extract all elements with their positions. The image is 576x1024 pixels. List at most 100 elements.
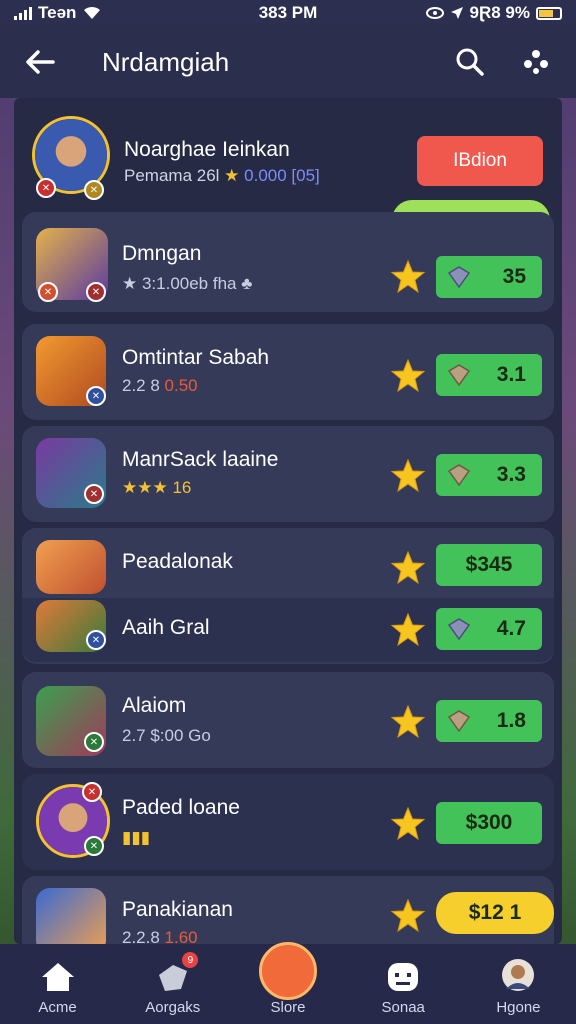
page-title: Nrdamgiah	[102, 46, 230, 77]
price-button[interactable]: 3.3	[436, 454, 542, 496]
nav-fifth-label: Hgone	[496, 999, 541, 1016]
app-header: Nrdamgiah	[0, 26, 576, 98]
list-group: Peadalonak $345 ✕ Aaih Gral 4.7	[22, 528, 554, 664]
back-button[interactable]	[18, 40, 62, 84]
avatar-badge: ✕	[86, 386, 106, 406]
gem-icon	[447, 618, 471, 641]
nav-fifth[interactable]: Hgone	[461, 944, 576, 1024]
price-button[interactable]: $12 1	[436, 892, 554, 934]
nav-center-label: Slore	[270, 999, 306, 1016]
price-button[interactable]: 35	[436, 256, 542, 298]
price-label: 1.8	[496, 709, 526, 732]
star-icon	[390, 898, 426, 933]
main-panel: ✕ ✕ Noarghae Ieinkan Pemama 26l ★ 0.000 …	[14, 98, 562, 944]
arrow-left-icon	[26, 50, 55, 74]
avatar-badge: ✕	[84, 732, 104, 752]
list-item[interactable]: ✕ Omtintar Sabah 2.2 8 0.50 3.1	[22, 324, 554, 420]
item-sub: 2.2 8 0.50	[122, 376, 198, 396]
status-left: Teən	[14, 3, 214, 23]
status-right: 9Ɽ8 9%	[362, 3, 562, 23]
price-button[interactable]: 4.7	[436, 608, 542, 650]
star-icon	[390, 259, 426, 294]
notification-badge: 9	[182, 952, 199, 968]
bottom-nav: Acme 9 Aorgaks Slore Sonaa Hgone	[0, 942, 576, 1024]
search-icon	[456, 48, 484, 76]
price-button[interactable]: $300	[436, 802, 542, 844]
gem-icon	[447, 364, 471, 387]
star-icon	[390, 458, 426, 493]
list-item[interactable]: Panakianan 2.2.8 1.60 $12 1	[22, 876, 554, 944]
avatar-badge: ✕	[84, 484, 104, 504]
price-label: 4.7	[496, 617, 526, 640]
carrier-label: Teən	[38, 3, 77, 22]
list-item[interactable]: ✕ ManrSack laaine ★★★ 16 3.3	[22, 426, 554, 522]
featured-badge-red: ✕	[36, 178, 56, 198]
avatar-badge: ✕	[82, 782, 102, 802]
price-label: 3.1	[496, 363, 526, 386]
item-sub-accent: 1.60	[164, 928, 198, 944]
avatar-badge: ✕	[86, 630, 106, 650]
price-label: 35	[502, 265, 526, 288]
store-avatar-icon	[259, 942, 317, 1000]
nav-fourth[interactable]: Sonaa	[346, 944, 461, 1024]
star-icon	[390, 358, 426, 393]
wifi-icon	[84, 6, 101, 19]
item-name: Alaiom	[122, 694, 187, 717]
gem-icon	[447, 464, 471, 487]
item-sub: ★ 3:1.00eb fha ♣	[122, 274, 253, 293]
face-icon	[388, 963, 419, 991]
avatar	[36, 540, 106, 594]
item-sub-text: 2.2 8	[122, 376, 160, 395]
star-icon: ★	[224, 166, 245, 185]
list-item[interactable]: ✕ Aaih Gral 4.7	[22, 598, 554, 662]
featured-row[interactable]: ✕ ✕ Noarghae Ieinkan Pemama 26l ★ 0.000 …	[14, 108, 562, 208]
list-item[interactable]: ✕ ✕ Paded loane ▮▮▮ $300	[22, 774, 554, 870]
featured-badge-gold: ✕	[84, 180, 104, 200]
item-sub: ★★★ 16	[122, 478, 192, 497]
price-button[interactable]: 1.8	[436, 700, 542, 742]
item-sub-text: 2.2.8	[122, 928, 160, 944]
eye-icon	[425, 7, 444, 19]
dots-cluster-icon	[524, 50, 548, 74]
featured-sub: Pemama 26l ★ 0.000 [05]	[124, 166, 320, 186]
item-sub: ▮▮▮	[122, 828, 151, 847]
avatar-badge: ✕	[86, 282, 106, 302]
star-icon	[390, 806, 426, 841]
gem-icon	[447, 266, 471, 289]
avatar	[36, 888, 106, 944]
location-icon	[450, 7, 463, 19]
item-sub: 2.7 $:00 Go	[122, 726, 211, 745]
featured-name: Noarghae Ieinkan	[124, 138, 290, 161]
search-button[interactable]	[448, 40, 492, 84]
status-time: 383 PM	[258, 3, 318, 22]
featured-action-button[interactable]: IBdion	[417, 136, 543, 186]
item-name: Paded loane	[122, 796, 240, 819]
list-item[interactable]: ✕ Alaiom 2.7 $:00 Go 1.8	[22, 672, 554, 768]
price-label: 3.3	[496, 463, 526, 486]
item-sub: 2.2.8 1.60	[122, 928, 198, 944]
nav-fourth-label: Sonaa	[381, 999, 425, 1016]
price-button[interactable]: $345	[436, 544, 542, 586]
more-button[interactable]	[514, 40, 558, 84]
nav-center[interactable]: Slore	[230, 942, 345, 1024]
nav-second[interactable]: 9 Aorgaks	[115, 944, 230, 1024]
nav-home[interactable]: Acme	[0, 944, 115, 1024]
signal-icon	[14, 6, 32, 20]
item-name: Panakianan	[122, 898, 233, 921]
price-button[interactable]: 3.1	[436, 354, 542, 396]
star-icon	[390, 550, 426, 585]
nav-second-label: Aorgaks	[145, 999, 201, 1016]
item-name: Aaih Gral	[122, 616, 210, 639]
gem-icon	[447, 710, 471, 733]
battery-label: 9Ɽ8 9%	[469, 3, 530, 22]
star-icon	[390, 704, 426, 739]
avatar-badge: ✕	[84, 836, 104, 856]
profile-avatar-icon	[502, 959, 535, 991]
avatar-badge: ✕	[38, 282, 58, 302]
nav-home-label: Acme	[38, 999, 77, 1016]
list-item[interactable]: ✕ ✕ Dmngan ★ 3:1.00eb fha ♣ 35	[22, 212, 554, 312]
item-sub-accent: 0.50	[164, 376, 198, 395]
item-name: ManrSack laaine	[122, 448, 279, 471]
item-name: Omtintar Sabah	[122, 346, 270, 369]
featured-sub-value: 0.000 [05]	[244, 166, 320, 185]
